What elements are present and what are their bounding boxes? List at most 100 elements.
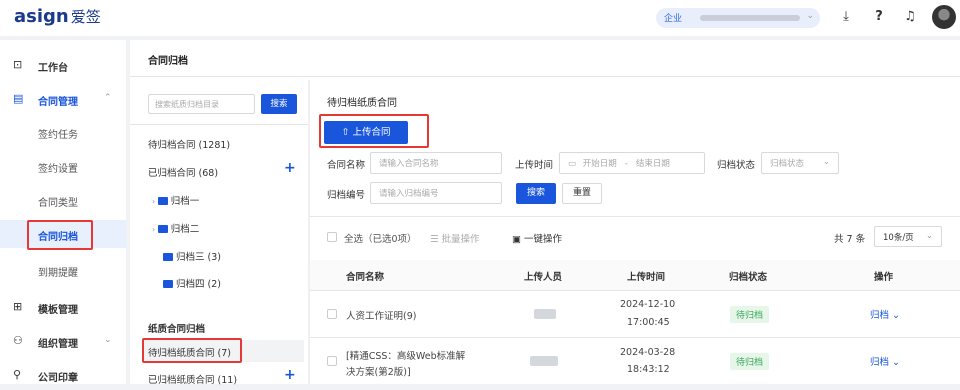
- panel-title: 待归档纸质合同: [327, 98, 397, 109]
- folder-icon: [157, 225, 168, 233]
- archive-action-link[interactable]: 归档 ⌄: [870, 307, 900, 321]
- org-switcher[interactable]: 企业 ⌄: [656, 8, 820, 28]
- total-count: 共 7 条: [834, 234, 866, 245]
- folder-search-input[interactable]: 搜索纸质归档目录: [148, 94, 255, 114]
- tree-pending-contracts[interactable]: 待归档合同 (1281): [148, 137, 230, 151]
- select-all-label: 全选（已选0项）: [344, 234, 417, 245]
- archive-number-input[interactable]: 请输入归档编号: [370, 182, 502, 204]
- list-icon: ☰: [430, 234, 442, 245]
- column-header-upload-time: 上传时间: [627, 272, 666, 283]
- row-contract-name[interactable]: 人资工作证明(9): [346, 308, 416, 322]
- column-header-uploader: 上传人员: [524, 272, 563, 283]
- chevron-down-icon: ⌄: [822, 157, 830, 167]
- org-badge: 企业: [664, 14, 683, 24]
- org-name-redacted: [700, 15, 800, 21]
- column-header-name: 合同名称: [346, 272, 385, 283]
- add-paper-folder-button[interactable]: +: [284, 367, 296, 383]
- sidebar-subitem-sign-settings[interactable]: 签约设置: [0, 152, 126, 180]
- chevron-down-icon: ⌄: [104, 335, 112, 345]
- sidebar-subitem-contract-types[interactable]: 合同类型: [0, 186, 126, 214]
- monitor-icon: ⊡: [13, 58, 23, 71]
- sidebar-item-label: 工作台: [38, 63, 68, 74]
- panel-divider: [308, 80, 310, 384]
- divider: [130, 76, 960, 77]
- archive-action-link[interactable]: 归档 ⌄: [870, 354, 900, 368]
- sidebar-item-label: 公司印章: [38, 373, 78, 384]
- sidebar-item-company-seal[interactable]: ⚲ 公司印章: [0, 360, 126, 390]
- highlight-box: [142, 338, 242, 363]
- divider: [310, 290, 960, 291]
- sidebar-subitem-expiry-reminder[interactable]: 到期提醒: [0, 256, 126, 284]
- folder-icon: [163, 280, 173, 288]
- org-icon: ⚇: [13, 334, 23, 347]
- chevron-down-icon: ⌄: [925, 231, 933, 241]
- sidebar-item-contract-management[interactable]: ▤ 合同管理 ⌃: [0, 84, 126, 114]
- sidebar-subitem-sign-tasks[interactable]: 签约任务: [0, 118, 126, 146]
- page-title: 合同归档: [148, 56, 188, 67]
- row-upload-time: 18:43:12: [627, 364, 670, 375]
- folder-icon: [157, 197, 168, 205]
- row-contract-name-cont[interactable]: 决方案(第2版)]: [346, 364, 411, 378]
- archive-status-label: 归档状态: [717, 160, 756, 171]
- one-click-operation-button[interactable]: ▣ 一键操作: [512, 231, 562, 245]
- column-header-action: 操作: [874, 272, 894, 283]
- tree-folder-2[interactable]: › 归档二: [152, 221, 199, 235]
- row-contract-name[interactable]: [精通CSS：高级Web标准解: [346, 348, 465, 362]
- uploader-redacted: [534, 309, 556, 319]
- divider: [130, 124, 308, 125]
- contract-name-label: 合同名称: [327, 160, 366, 171]
- chevron-up-icon: ⌃: [104, 93, 112, 103]
- uploader-redacted: [530, 356, 558, 366]
- help-icon[interactable]: ?: [871, 9, 887, 24]
- download-icon[interactable]: ⤓: [838, 9, 854, 24]
- contract-icon: ▤: [13, 92, 24, 105]
- template-icon: ⊞: [13, 300, 23, 313]
- row-upload-time: 17:00:45: [627, 317, 670, 328]
- sidebar-item-workbench[interactable]: ⊡ 工作台: [0, 50, 126, 80]
- upload-time-label: 上传时间: [515, 160, 554, 171]
- tree-folder-3[interactable]: 归档三 (3): [163, 249, 221, 263]
- sidebar-item-label: 组织管理: [38, 339, 78, 350]
- row-checkbox[interactable]: [327, 309, 337, 319]
- sidebar-item-label: 模板管理: [38, 305, 78, 316]
- support-icon[interactable]: ♫: [902, 9, 918, 24]
- status-badge: 待归档: [730, 353, 770, 370]
- avatar[interactable]: [932, 5, 956, 29]
- contract-name-input[interactable]: 请输入合同名称: [370, 152, 502, 174]
- sidebar-item-template-management[interactable]: ⊞ 模板管理: [0, 292, 126, 322]
- archive-number-label: 归档编号: [327, 190, 366, 201]
- highlight-box: [27, 220, 93, 250]
- add-folder-button[interactable]: +: [284, 160, 296, 176]
- chevron-down-icon: ⌄: [889, 310, 900, 321]
- upload-date-range-input[interactable]: ▭ 开始日期 - 结束日期: [559, 152, 705, 174]
- reset-button[interactable]: 重置: [562, 183, 602, 204]
- app-logo[interactable]: asign 爱签: [14, 6, 101, 27]
- folder-search-button[interactable]: 搜索: [261, 94, 297, 114]
- folder-icon: [163, 253, 173, 261]
- tree-folder-4[interactable]: 归档四 (2): [163, 276, 221, 290]
- archive-status-select[interactable]: 归档状态 ⌄: [761, 152, 839, 174]
- divider: [310, 216, 960, 217]
- row-upload-date: 2024-03-28: [620, 347, 676, 358]
- row-checkbox[interactable]: [327, 356, 337, 366]
- row-upload-date: 2024-12-10: [620, 299, 676, 310]
- tree-folder-1[interactable]: › 归档一: [152, 193, 199, 207]
- sidebar-item-org-management[interactable]: ⚇ 组织管理 ⌄: [0, 326, 126, 356]
- paper-archive-section-title: 纸质合同归档: [148, 324, 206, 335]
- seal-icon: ⚲: [13, 368, 22, 381]
- status-badge: 待归档: [730, 306, 770, 323]
- column-header-status: 归档状态: [729, 272, 768, 283]
- main-panel: [130, 40, 960, 384]
- sidebar: ⊡ 工作台 ▤ 合同管理 ⌃ 签约任务 签约设置 合同类型 合同归档 到期提醒 …: [0, 40, 126, 384]
- divider: [310, 337, 960, 338]
- search-button[interactable]: 搜索: [516, 183, 556, 204]
- select-all-checkbox[interactable]: [327, 232, 337, 242]
- batch-operation-button[interactable]: ☰ 批量操作: [430, 231, 480, 245]
- chevron-down-icon: ⌄: [806, 11, 814, 21]
- page-size-select[interactable]: 10条/页 ⌄: [874, 226, 942, 247]
- highlight-box: [319, 114, 429, 148]
- clipboard-icon: ▣: [512, 234, 524, 245]
- tree-archived-contracts[interactable]: 已归档合同 (68): [148, 165, 218, 179]
- chevron-down-icon: ⌄: [889, 357, 900, 368]
- sidebar-item-label: 合同管理: [38, 97, 78, 108]
